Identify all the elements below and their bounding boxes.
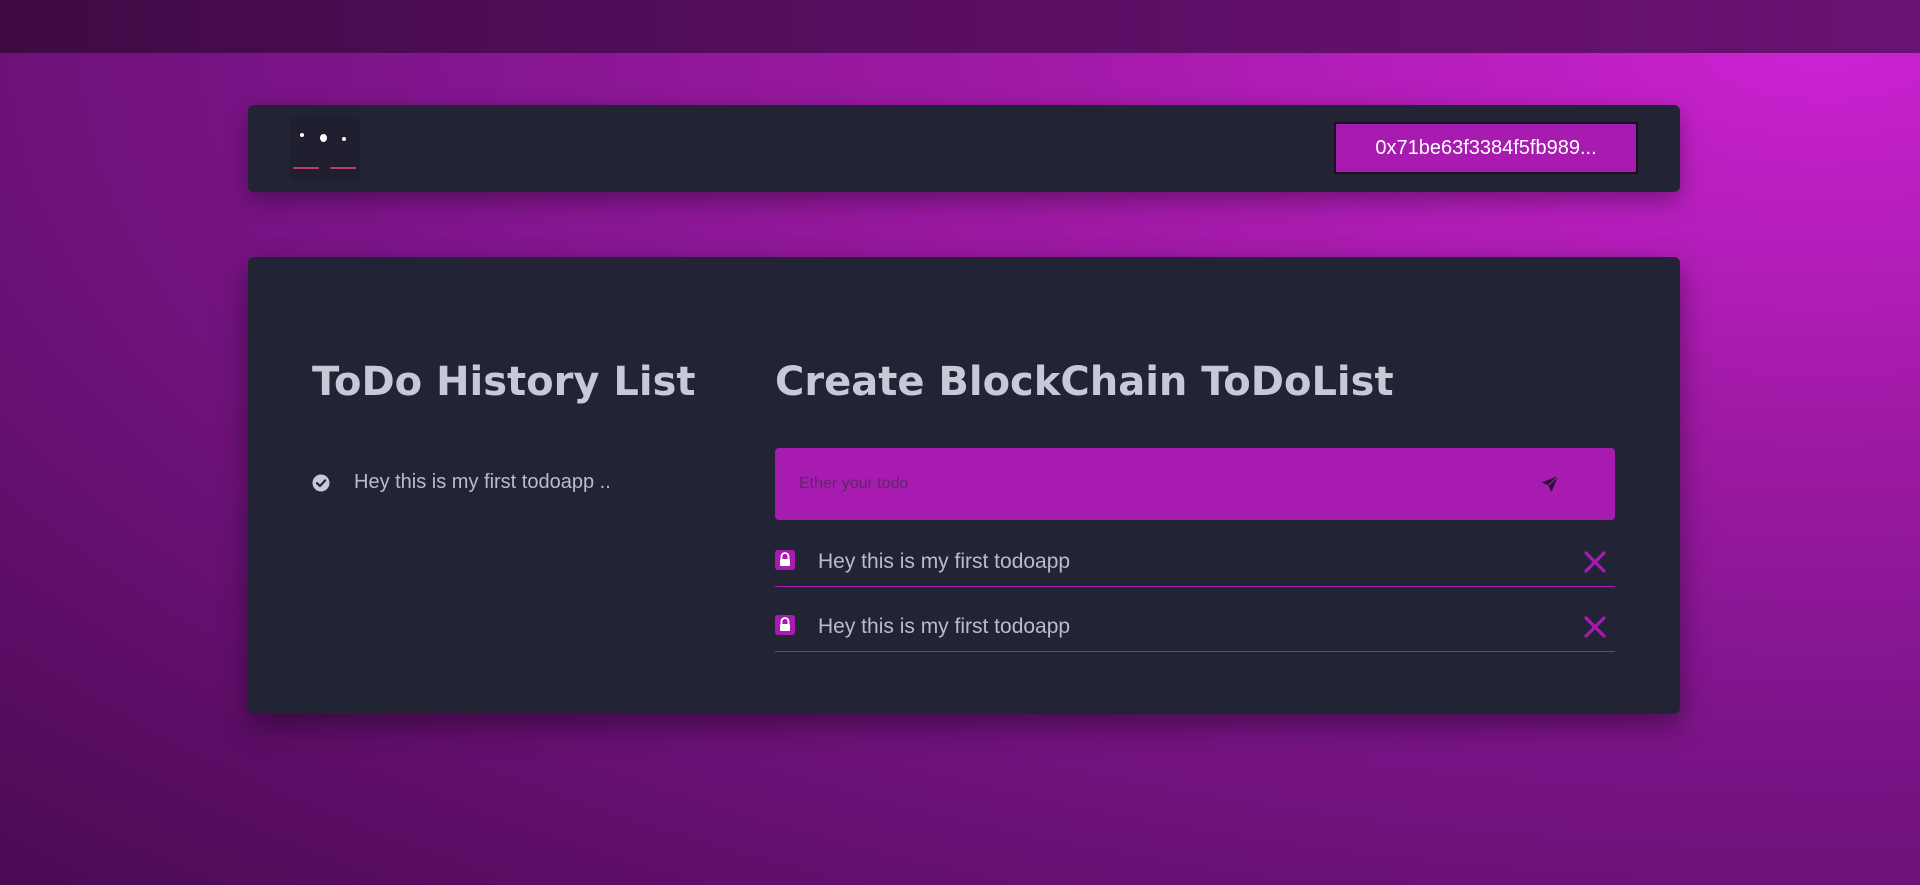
check-circle-icon xyxy=(312,474,330,491)
todo-item-text: Hey this is my first todoapp xyxy=(818,550,1071,573)
close-icon[interactable] xyxy=(1582,549,1608,575)
todo-input[interactable] xyxy=(775,448,1475,520)
close-icon[interactable] xyxy=(1582,614,1608,640)
history-title: ToDo History List xyxy=(312,359,696,405)
todo-item: Hey this is my first todoapp xyxy=(775,546,1615,587)
navbar: 0x71be63f3384f5fb989... xyxy=(248,105,1680,192)
send-icon[interactable] xyxy=(1540,474,1560,494)
todo-form xyxy=(775,448,1615,520)
todo-item: Hey this is my first todoapp xyxy=(775,611,1615,652)
top-banner xyxy=(0,0,1920,53)
lock-icon xyxy=(775,550,795,570)
wallet-address-button[interactable]: 0x71be63f3384f5fb989... xyxy=(1334,122,1638,174)
todo-card: ToDo History List Hey this is my first t… xyxy=(248,257,1680,714)
logo-icon[interactable] xyxy=(290,117,360,180)
history-item-text: Hey this is my first todoapp .. xyxy=(354,471,611,493)
todo-item-text: Hey this is my first todoapp xyxy=(818,615,1071,638)
history-list-item[interactable]: Hey this is my first todoapp .. xyxy=(312,471,611,494)
create-title: Create BlockChain ToDoList xyxy=(775,359,1394,405)
lock-icon xyxy=(775,615,795,635)
